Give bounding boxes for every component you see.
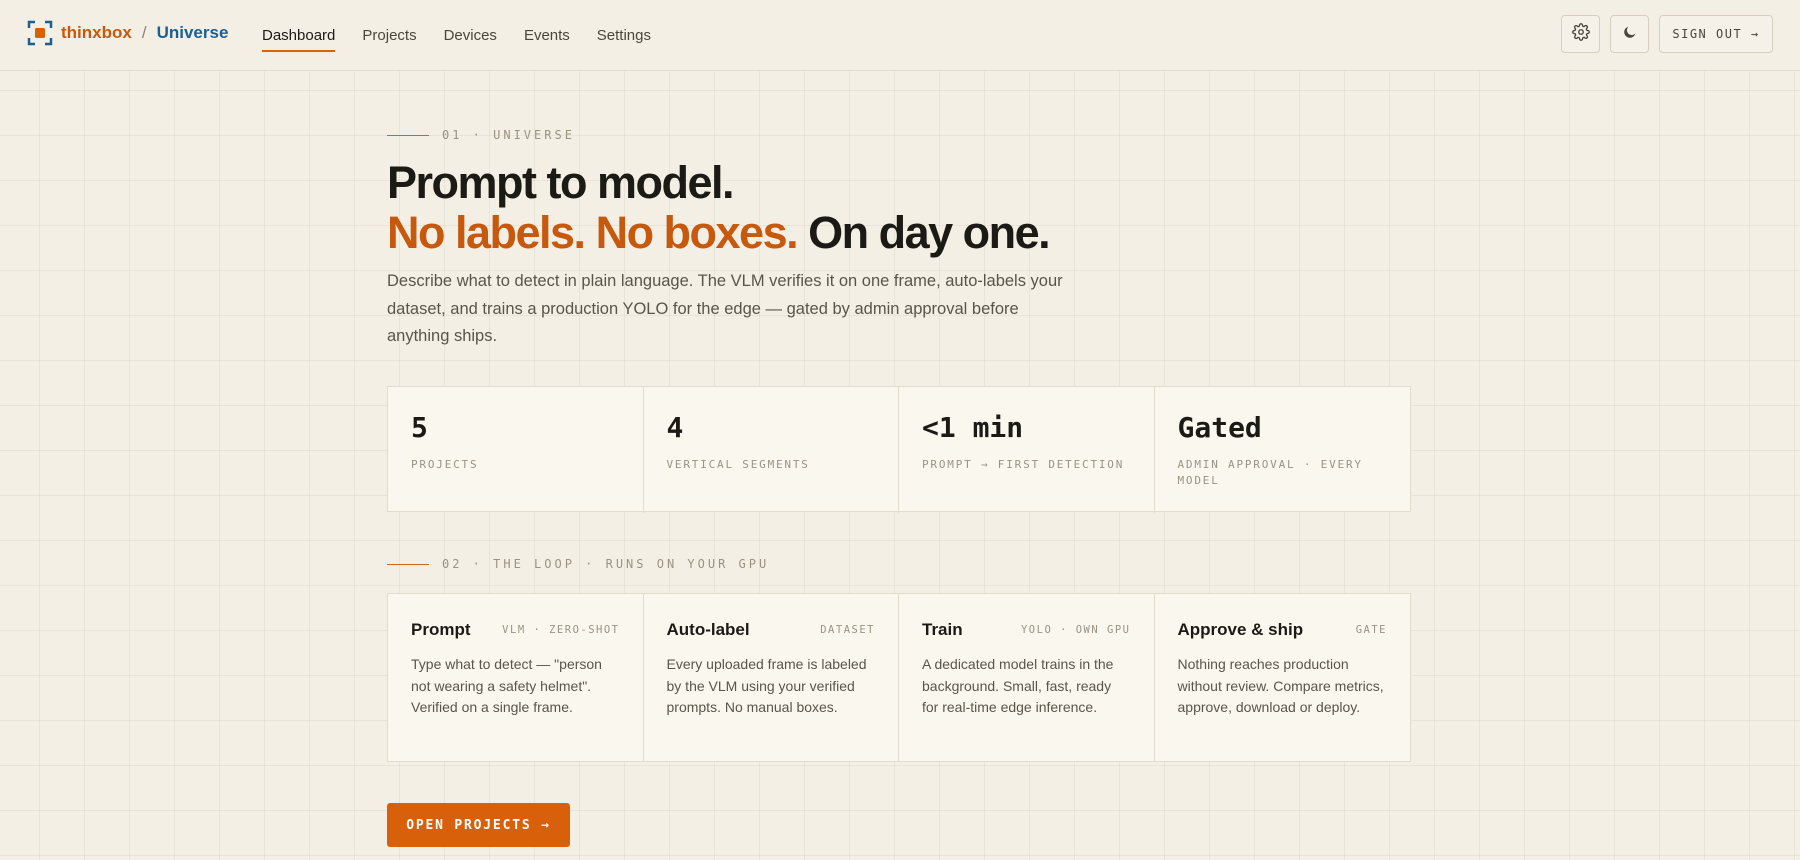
eyebrow-rule — [387, 134, 429, 136]
brand-product: Universe — [156, 23, 229, 42]
stat-value: Gated — [1177, 411, 1262, 444]
stats-panel: 5 PROJECTS 4 VERTICAL SEGMENTS <1 min PR… — [387, 386, 1411, 513]
stat-value: 5 — [411, 411, 428, 444]
stat-label: VERTICAL SEGMENTS — [666, 458, 810, 471]
step-title: Train — [922, 620, 963, 639]
gear-icon — [1571, 22, 1590, 46]
hero-title-rest: On day one. — [808, 207, 1051, 258]
step-description: Type what to detect — "person not wearin… — [411, 656, 602, 715]
step-auto-label: Auto-label DATASET Every uploaded frame … — [644, 594, 899, 761]
sign-out-button[interactable]: SIGN OUT → — [1659, 15, 1773, 53]
hero-title-accent: No labels. No boxes. — [387, 207, 799, 258]
top-bar: thinxbox / Universe Dashboard Projects D… — [0, 0, 1800, 71]
section-eyebrow-loop: 02 · THE LOOP · RUNS ON YOUR GPU — [387, 557, 769, 571]
stat-value: <1 min — [922, 411, 1024, 444]
stat-admin-approval: Gated ADMIN APPROVAL · EVERY MODEL — [1155, 387, 1411, 513]
open-projects-button[interactable]: OPEN PROJECTS → — [387, 803, 570, 847]
stat-first-detection: <1 min PROMPT → FIRST DETECTION — [899, 387, 1155, 513]
hero-title: Prompt to model. No labels. No boxes. On… — [387, 157, 1051, 258]
nav-item-projects[interactable]: Projects — [362, 23, 416, 48]
thinxbox-logo-icon — [27, 20, 53, 46]
stat-label: PROMPT → FIRST DETECTION — [922, 458, 1125, 471]
step-approve-ship: Approve & ship GATE Nothing reaches prod… — [1155, 594, 1411, 761]
step-title: Auto-label — [666, 620, 750, 639]
stat-projects: 5 PROJECTS — [388, 387, 644, 513]
stat-label: ADMIN APPROVAL · EVERY MODEL — [1177, 458, 1363, 487]
step-tag: YOLO · OWN GPU — [1020, 624, 1131, 636]
step-description: Nothing reaches production without revie… — [1177, 656, 1384, 715]
section-eyebrow-universe: 01 · UNIVERSE — [387, 128, 575, 142]
brand-wordmark: thinxbox / Universe — [61, 23, 228, 43]
main-nav: Dashboard Projects Devices Events Settin… — [262, 0, 651, 71]
stat-vertical-segments: 4 VERTICAL SEGMENTS — [644, 387, 899, 513]
step-tag: VLM · ZERO-SHOT — [502, 624, 620, 636]
step-train: Train YOLO · OWN GPU A dedicated model t… — [899, 594, 1155, 761]
step-title: Approve & ship — [1177, 620, 1304, 639]
step-description: A dedicated model trains in the backgrou… — [922, 656, 1114, 715]
brand-name: thinxbox — [61, 23, 132, 42]
nav-item-settings[interactable]: Settings — [597, 23, 651, 48]
moon-icon — [1622, 24, 1638, 45]
step-tag: GATE — [1355, 624, 1387, 636]
settings-button[interactable] — [1561, 15, 1600, 53]
nav-item-devices[interactable]: Devices — [444, 23, 497, 48]
theme-toggle-button[interactable] — [1610, 15, 1649, 53]
hero-title-line1: Prompt to model. — [387, 157, 735, 208]
step-title: Prompt — [411, 620, 471, 639]
stat-value: 4 — [666, 411, 684, 444]
stat-label: PROJECTS — [411, 458, 479, 471]
step-description: Every uploaded frame is labeled by the V… — [666, 656, 867, 715]
eyebrow-text: 02 · THE LOOP · RUNS ON YOUR GPU — [442, 557, 770, 571]
nav-item-events[interactable]: Events — [524, 23, 570, 48]
hero-description: Describe what to detect in plain languag… — [387, 272, 1063, 345]
step-prompt: Prompt VLM · ZERO-SHOT Type what to dete… — [388, 594, 644, 761]
loop-steps: Prompt VLM · ZERO-SHOT Type what to dete… — [387, 593, 1411, 762]
eyebrow-text: 01 · UNIVERSE — [442, 128, 575, 142]
step-tag: DATASET — [820, 624, 875, 636]
nav-item-dashboard[interactable]: Dashboard — [262, 23, 336, 52]
eyebrow-rule — [387, 563, 429, 565]
brand[interactable]: thinxbox / Universe — [27, 20, 228, 46]
brand-separator: / — [141, 23, 147, 42]
